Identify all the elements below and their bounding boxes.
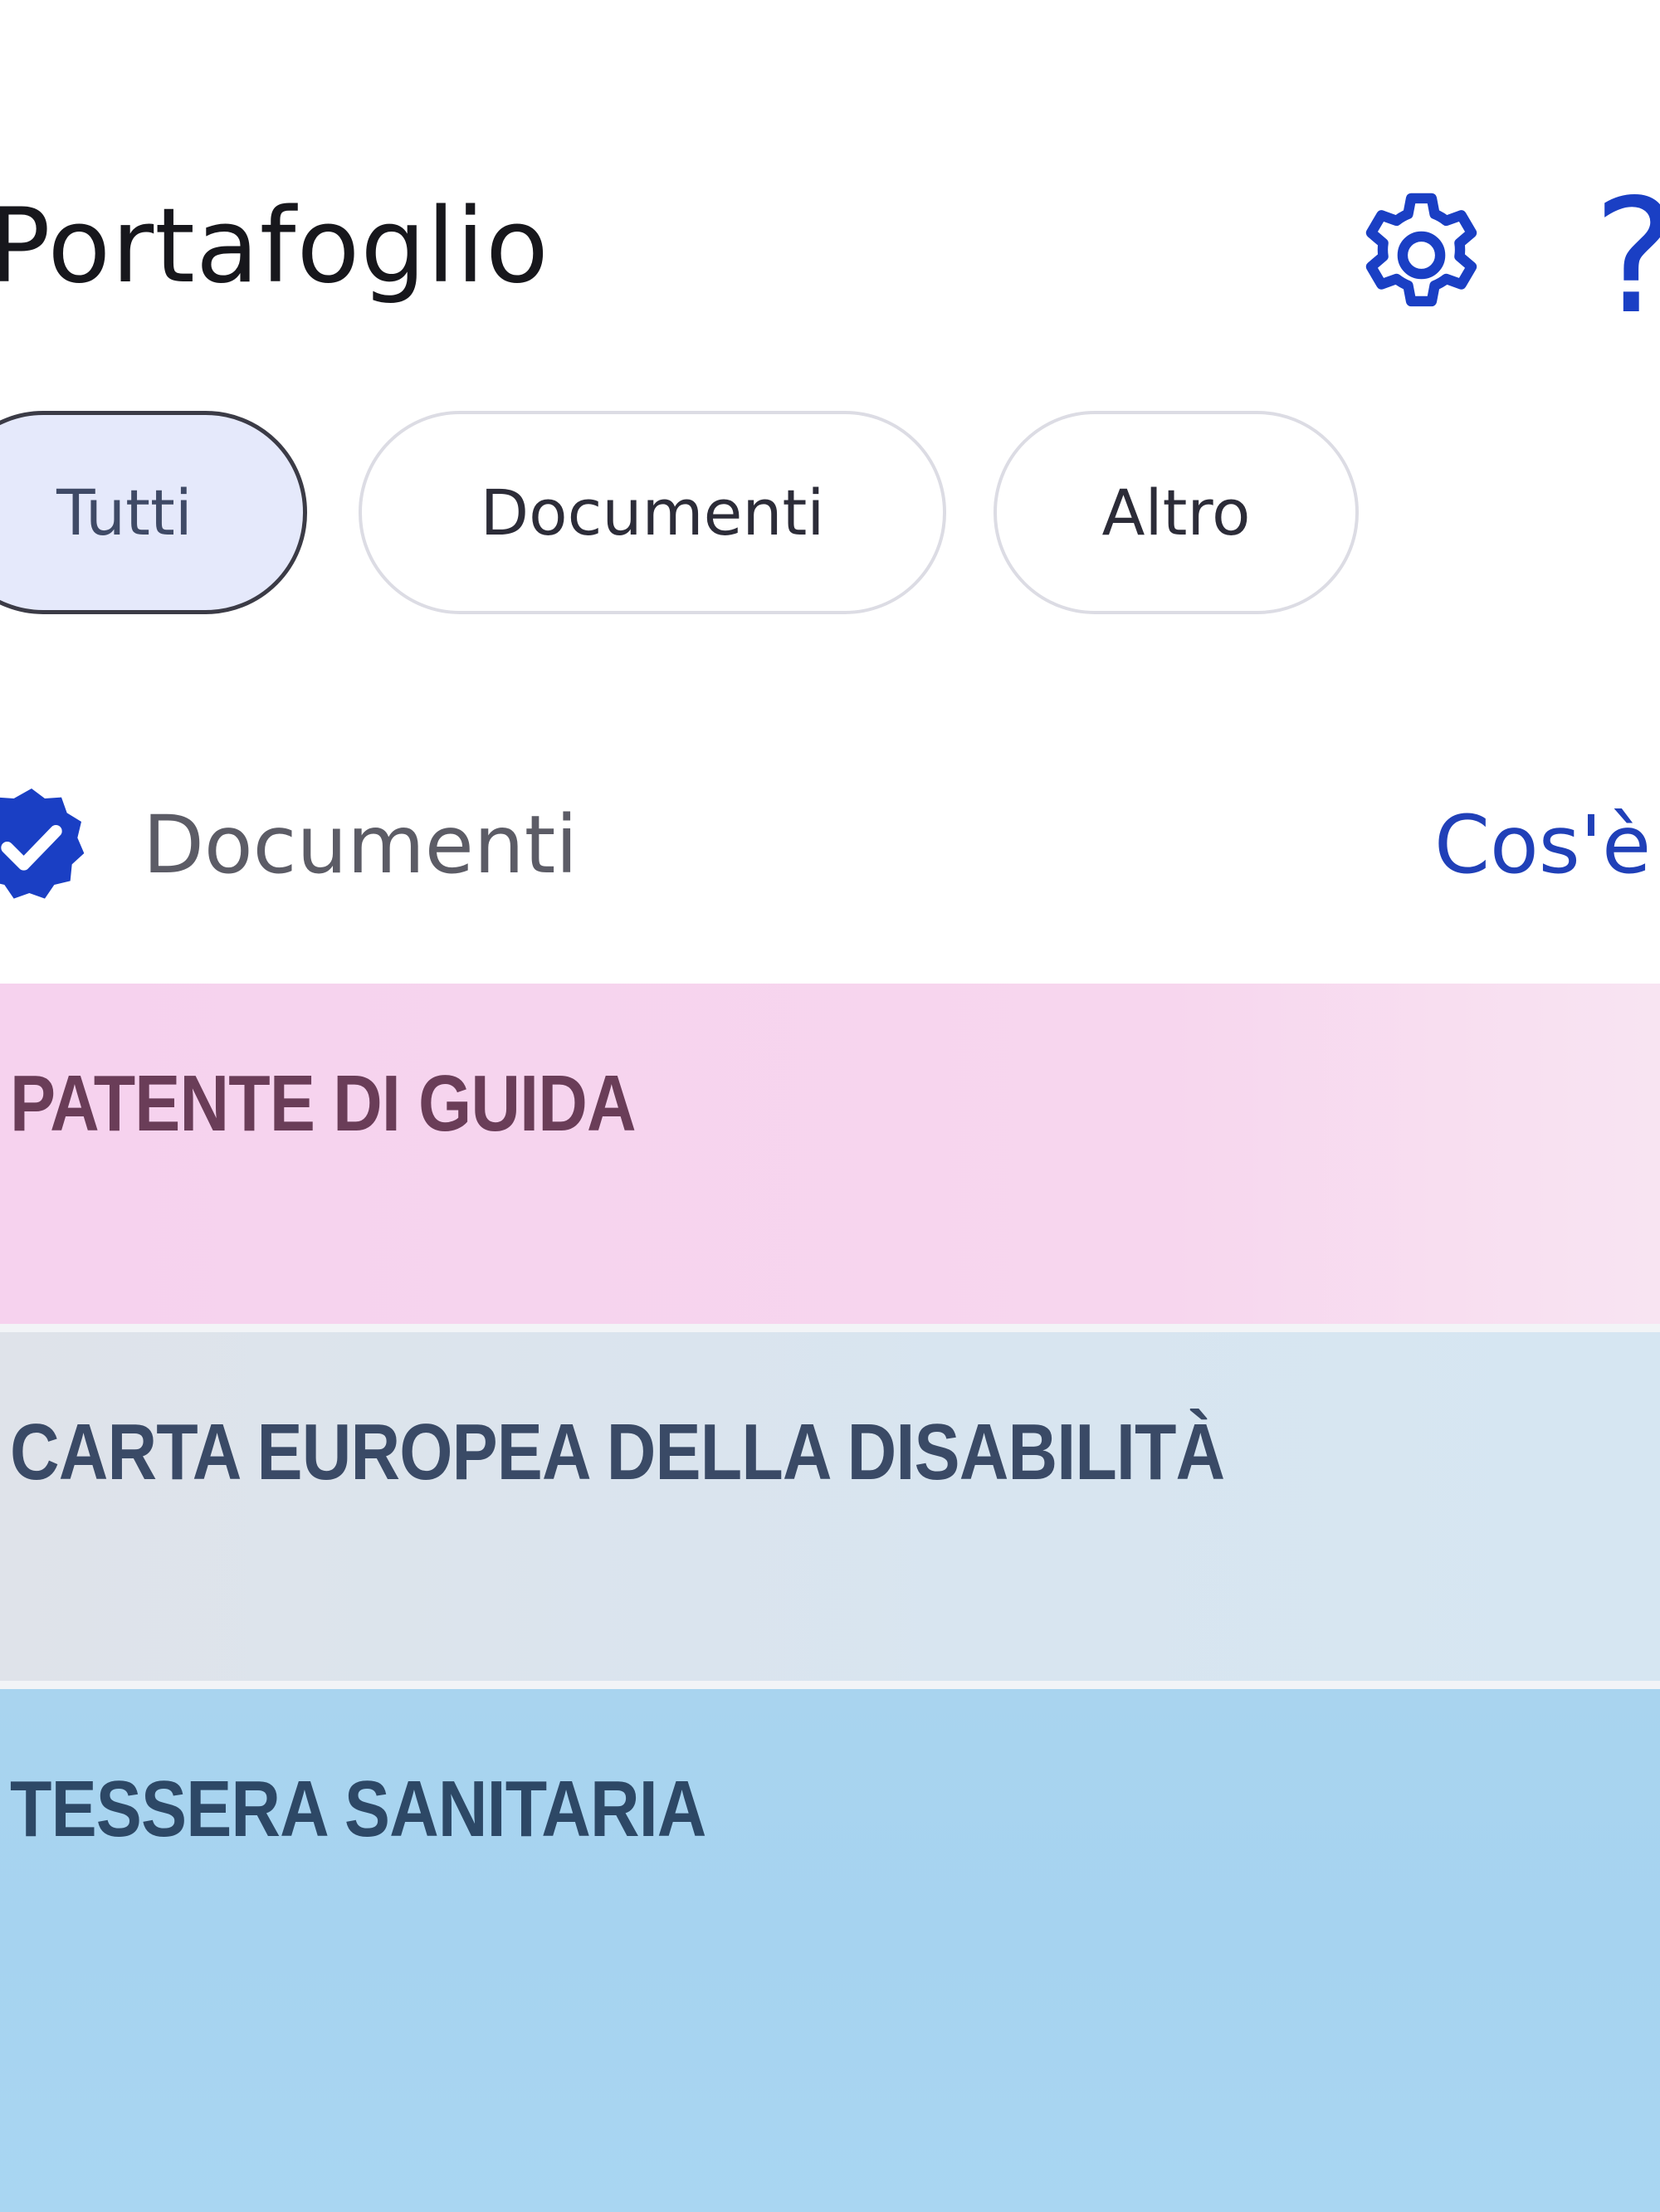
filter-chip-altro[interactable]: Altro xyxy=(994,411,1359,614)
section-title: Documenti xyxy=(143,798,579,891)
document-card-carta-disabilita[interactable]: CARTA EUROPEA DELLA DISABILITÀ xyxy=(0,1332,1660,1681)
filter-chip-tutti[interactable]: Tutti xyxy=(0,411,307,614)
gear-icon xyxy=(1365,193,1477,307)
documents-section-header: Documenti Cos'è xyxy=(0,780,1660,905)
verified-check-icon xyxy=(0,789,85,899)
page-title: Portafoglio xyxy=(0,187,549,306)
document-card-tessera-sanitaria[interactable]: TESSERA SANITARIA xyxy=(0,1689,1660,2212)
settings-button[interactable] xyxy=(1349,183,1494,328)
document-card-label: CARTA EUROPEA DELLA DISABILITÀ xyxy=(10,1408,1225,1497)
help-icon: ? xyxy=(1594,178,1660,336)
wallet-screen: Portafoglio ? Tutti Documenti Altro Docu… xyxy=(0,0,1660,2212)
document-card-label: TESSERA SANITARIA xyxy=(10,1765,706,1853)
card-divider xyxy=(0,1681,1660,1689)
filter-chip-documenti[interactable]: Documenti xyxy=(359,411,946,614)
card-divider xyxy=(0,1324,1660,1332)
document-card-patente[interactable]: PATENTE DI GUIDA xyxy=(0,984,1660,1324)
help-button[interactable]: ? xyxy=(1577,178,1660,336)
document-card-label: PATENTE DI GUIDA xyxy=(10,1059,637,1148)
whats-this-link[interactable]: Cos'è xyxy=(1434,798,1651,891)
